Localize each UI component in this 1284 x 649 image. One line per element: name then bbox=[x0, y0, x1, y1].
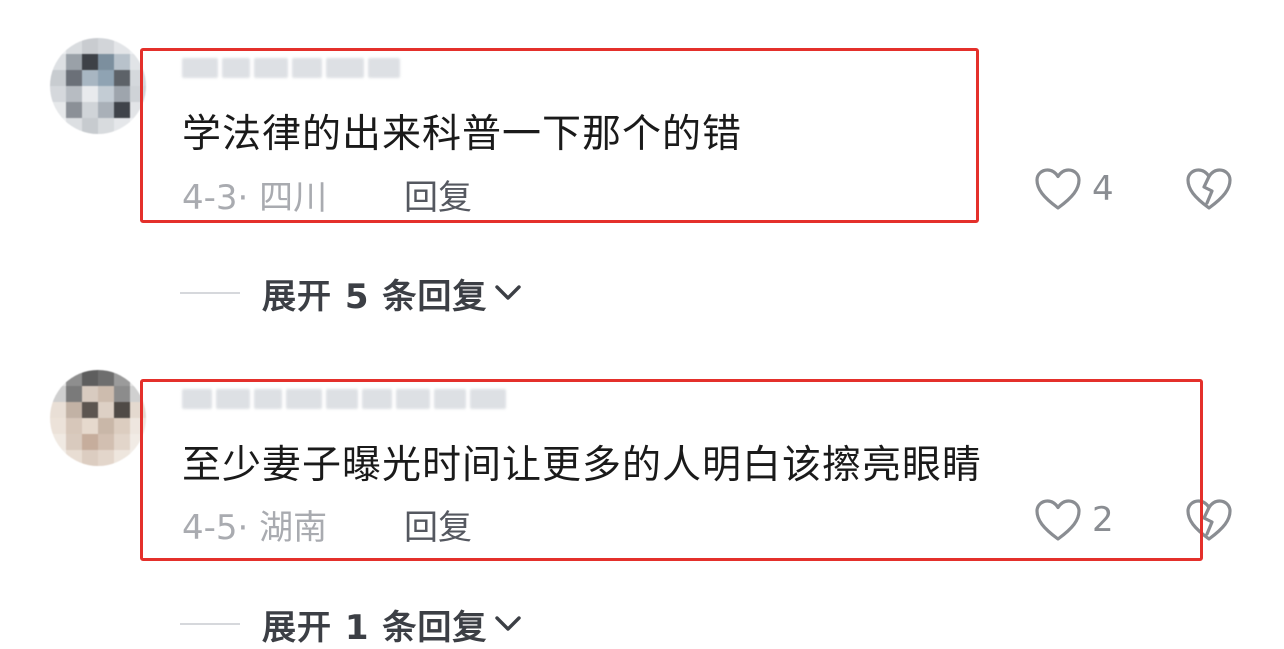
divider-line bbox=[180, 623, 240, 625]
divider-line bbox=[180, 292, 240, 294]
expand-replies-label: 展开 5 条回复 bbox=[262, 276, 488, 317]
highlight-box bbox=[140, 48, 979, 223]
dislike-button[interactable] bbox=[1185, 167, 1233, 215]
broken-heart-icon bbox=[1186, 168, 1232, 210]
like-button[interactable]: 4 bbox=[1034, 167, 1114, 211]
expand-replies-label: 展开 1 条回复 bbox=[262, 607, 488, 648]
avatar[interactable] bbox=[50, 370, 146, 466]
chevron-down-icon bbox=[495, 285, 522, 300]
like-count: 4 bbox=[1092, 169, 1114, 209]
chevron-down-icon bbox=[495, 616, 522, 631]
heart-outline-icon bbox=[1035, 168, 1081, 210]
avatar[interactable] bbox=[50, 38, 146, 134]
expand-replies-button[interactable]: 展开 5 条回复 bbox=[180, 271, 523, 317]
expand-replies-button[interactable]: 展开 1 条回复 bbox=[180, 602, 523, 648]
highlight-box bbox=[140, 379, 1203, 561]
